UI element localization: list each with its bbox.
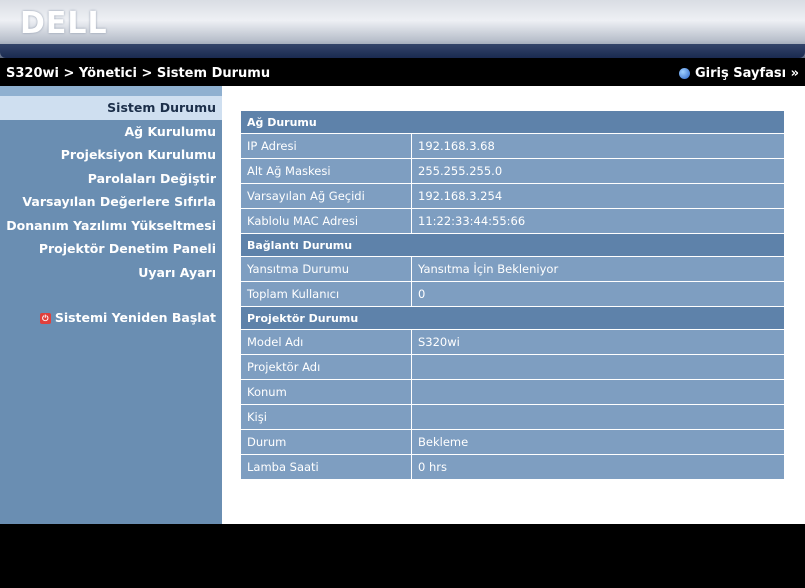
- projector-name-value: [411, 354, 785, 380]
- table-row: Lamba Saati 0 hrs: [240, 454, 785, 480]
- home-link-label: Giriş Sayfası »: [694, 66, 799, 81]
- section-header: Ağ Durumu: [240, 110, 785, 134]
- total-users-value: 0: [411, 281, 785, 307]
- sidebar-item-change-password[interactable]: Parolaları Değiştir: [0, 167, 222, 191]
- restart-label: Sistemi Yeniden Başlat: [54, 310, 216, 325]
- globe-icon: [678, 68, 690, 79]
- model-name-value: S320wi: [411, 329, 785, 355]
- table-row: Durum Bekleme: [240, 429, 785, 455]
- table-row: Projektör Adı: [240, 354, 785, 380]
- header-banner: DELL: [0, 0, 805, 58]
- table-row: Yansıtma Durumu Yansıtma İçin Bekleniyor: [240, 256, 785, 282]
- sidebar-item-projection-setup[interactable]: Projeksiyon Kurulumu: [0, 143, 222, 167]
- mac-address-value: 11:22:33:44:55:66: [411, 208, 785, 234]
- table-row: Toplam Kullanıcı 0: [240, 281, 785, 307]
- state-value: Bekleme: [411, 429, 785, 455]
- sidebar: Sistem Durumu Ağ Kurulumu Projeksiyon Ku…: [0, 86, 222, 524]
- table-row: Varsayılan Ağ Geçidi 192.168.3.254: [240, 183, 785, 209]
- status-panel: Ağ Durumu IP Adresi 192.168.3.68 Alt Ağ M…: [240, 110, 785, 480]
- lamp-hours-value: 0 hrs: [411, 454, 785, 480]
- dell-logo: DELL: [20, 6, 108, 41]
- section-header: Bağlantı Durumu: [240, 233, 785, 257]
- table-row: IP Adresi 192.168.3.68: [240, 133, 785, 159]
- mirror-status-value: Yansıtma İçin Bekleniyor: [411, 256, 785, 282]
- main-body: Sistem Durumu Ağ Kurulumu Projeksiyon Ku…: [0, 86, 805, 524]
- power-icon: ⏻: [39, 313, 51, 324]
- table-row: Kişi: [240, 404, 785, 430]
- sidebar-item-alert-settings[interactable]: Uyarı Ayarı: [0, 261, 222, 285]
- table-row: Konum: [240, 379, 785, 405]
- location-value: [411, 379, 785, 405]
- sidebar-item-control-panel[interactable]: Projektör Denetim Paneli: [0, 237, 222, 261]
- contact-value: [411, 404, 785, 430]
- breadcrumb: S320wi > Yönetici > Sistem Durumu: [6, 66, 271, 81]
- status-table: Ağ Durumu IP Adresi 192.168.3.68 Alt Ağ M…: [240, 110, 785, 480]
- section-header: Projektör Durumu: [240, 306, 785, 330]
- footer: [0, 524, 805, 588]
- sidebar-item-reset-defaults[interactable]: Varsayılan Değerlere Sıfırla: [0, 190, 222, 214]
- home-link[interactable]: Giriş Sayfası »: [678, 66, 799, 81]
- ip-address-value: 192.168.3.68: [411, 133, 785, 159]
- sidebar-item-network-setup[interactable]: Ağ Kurulumu: [0, 120, 222, 144]
- restart-system-button[interactable]: ⏻ Sistemi Yeniden Başlat: [0, 310, 222, 325]
- table-row: Kablolu MAC Adresi 11:22:33:44:55:66: [240, 208, 785, 234]
- top-bar: S320wi > Yönetici > Sistem Durumu Giriş …: [0, 62, 805, 86]
- table-row: Alt Ağ Maskesi 255.255.255.0: [240, 158, 785, 184]
- subnet-mask-value: 255.255.255.0: [411, 158, 785, 184]
- sidebar-item-system-status[interactable]: Sistem Durumu: [0, 96, 222, 120]
- gateway-value: 192.168.3.254: [411, 183, 785, 209]
- sidebar-item-firmware-upgrade[interactable]: Donanım Yazılımı Yükseltmesi: [0, 214, 222, 238]
- table-row: Model Adı S320wi: [240, 329, 785, 355]
